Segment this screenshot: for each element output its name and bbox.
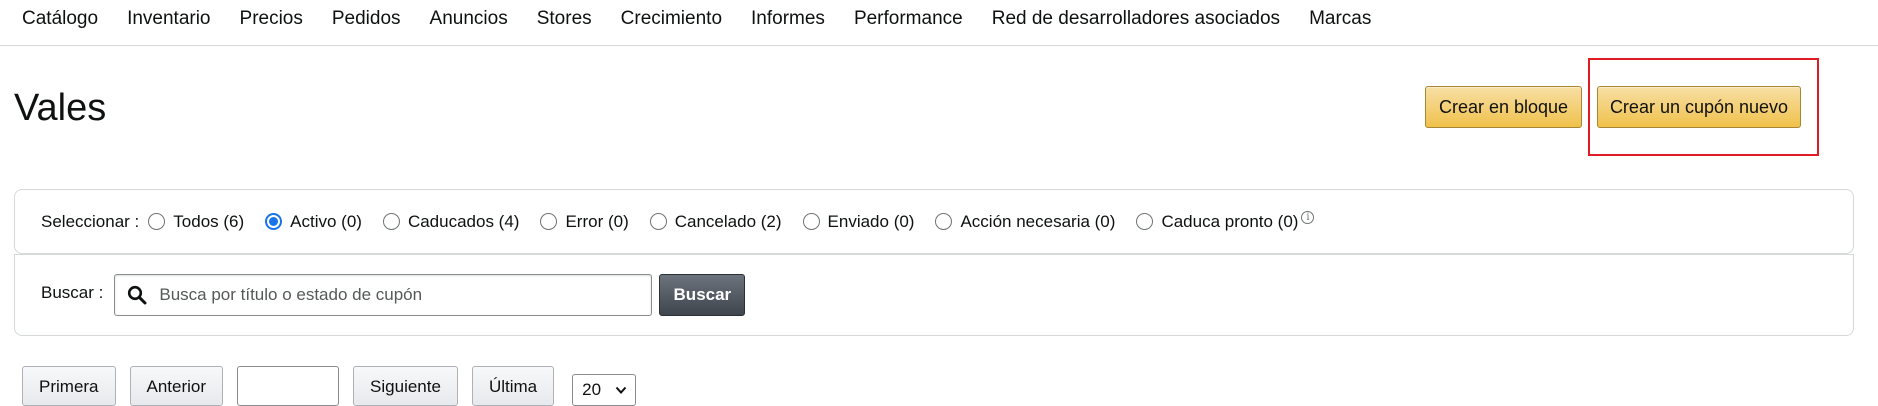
radio-button[interactable] <box>649 213 667 230</box>
page-size-value: 20 <box>582 380 602 399</box>
search-row: Buscar : Buscar <box>41 255 746 335</box>
page-number-input[interactable] <box>237 366 340 406</box>
pagination: Primera Anterior Siguiente Última 20 <box>22 366 637 406</box>
search-button[interactable]: Buscar <box>659 274 746 316</box>
filter-option-cancelado[interactable]: Cancelado (2) <box>649 211 782 232</box>
filter-option-label: Cancelado (2) <box>674 211 782 231</box>
nav-item-stores[interactable]: Stores <box>537 8 592 30</box>
radio-button[interactable] <box>935 213 953 230</box>
filter-option-label: Enviado (0) <box>827 211 915 231</box>
radio-button[interactable] <box>148 213 166 230</box>
filter-option-label: Caducados (4) <box>407 211 520 231</box>
create-new-coupon-button[interactable]: Crear un cupón nuevo <box>1597 86 1801 128</box>
radio-button-selected[interactable] <box>265 213 283 230</box>
nav-item-marcas[interactable]: Marcas <box>1309 8 1371 30</box>
status-filter-row: Seleccionar : Todos (6) Activo (0) Caduc… <box>41 190 1315 253</box>
page-title: Vales <box>14 87 107 129</box>
filter-option-label: Activo (0) <box>290 211 362 231</box>
filter-option-accion-necesaria[interactable]: Acción necesaria (0) <box>935 212 1115 232</box>
radio-button[interactable] <box>382 213 400 230</box>
search-panel: Buscar : Buscar <box>14 254 1854 336</box>
filter-option-label: Caduca pronto (0) <box>1161 211 1299 231</box>
chevron-down-icon <box>615 386 627 394</box>
previous-page-button[interactable]: Anterior <box>129 366 224 406</box>
filter-option-enviado[interactable]: Enviado (0) <box>802 211 915 232</box>
nav-item-inventario[interactable]: Inventario <box>127 8 210 30</box>
nav-item-catalogo[interactable]: Catálogo <box>22 8 98 30</box>
last-page-button[interactable]: Última <box>471 366 555 406</box>
nav-item-red-desarrolladores[interactable]: Red de desarrolladores asociados <box>992 8 1280 30</box>
search-field[interactable] <box>114 274 653 316</box>
search-icon <box>128 285 147 305</box>
filter-option-label: Acción necesaria (0) <box>960 211 1116 231</box>
radio-button[interactable] <box>540 213 558 230</box>
nav-item-precios[interactable]: Precios <box>240 8 303 30</box>
radio-button[interactable] <box>1136 213 1154 230</box>
first-page-button[interactable]: Primera <box>22 366 116 406</box>
filter-label: Seleccionar : <box>41 211 140 231</box>
nav-item-crecimiento[interactable]: Crecimiento <box>621 8 722 30</box>
filter-option-caduca-pronto[interactable]: Caduca pronto (0) <box>1136 212 1298 232</box>
nav-item-performance[interactable]: Performance <box>854 8 963 30</box>
filter-option-todos[interactable]: Todos (6) <box>148 212 244 232</box>
info-icon[interactable]: i <box>1301 211 1315 224</box>
filter-option-activo[interactable]: Activo (0) <box>265 212 362 232</box>
filter-option-error[interactable]: Error (0) <box>540 211 629 232</box>
status-filter-panel: Seleccionar : Todos (6) Activo (0) Caduc… <box>14 189 1854 254</box>
top-navigation: Catálogo Inventario Precios Pedidos Anun… <box>0 0 1878 46</box>
nav-item-pedidos[interactable]: Pedidos <box>332 8 401 30</box>
search-label: Buscar : <box>41 283 104 302</box>
filter-option-caducados[interactable]: Caducados (4) <box>382 211 520 232</box>
search-input[interactable] <box>157 284 642 306</box>
nav-item-anuncios[interactable]: Anuncios <box>430 8 508 30</box>
radio-button[interactable] <box>802 213 820 230</box>
nav-item-informes[interactable]: Informes <box>751 8 825 30</box>
next-page-button[interactable]: Siguiente <box>353 366 458 406</box>
filter-option-label: Todos (6) <box>173 211 245 231</box>
filter-option-label: Error (0) <box>565 211 629 231</box>
create-bulk-button[interactable]: Crear en bloque <box>1425 86 1582 128</box>
page-size-select[interactable]: 20 <box>572 374 637 406</box>
